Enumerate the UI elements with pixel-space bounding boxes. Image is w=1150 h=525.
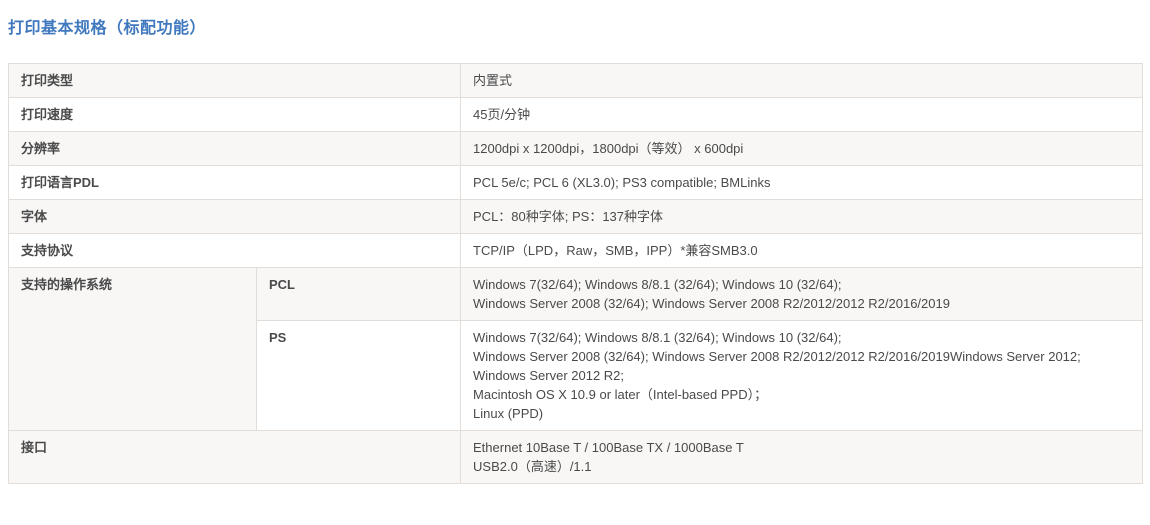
table-row: 分辨率 1200dpi x 1200dpi，1800dpi（等效） x 600d…	[9, 132, 1143, 166]
print-spec-table: 打印类型 内置式 打印速度 45页/分钟 分辨率 1200dpi x 1200d…	[8, 63, 1143, 484]
table-row: 接口 Ethernet 10Base T / 100Base TX / 1000…	[9, 431, 1143, 484]
table-row: 支持协议 TCP/IP（LPD，Raw，SMB，IPP）*兼容SMB3.0	[9, 234, 1143, 268]
spec-value: 45页/分钟	[461, 98, 1143, 132]
spec-label: 接口	[9, 431, 461, 484]
table-row: 打印语言PDL PCL 5e/c; PCL 6 (XL3.0); PS3 com…	[9, 166, 1143, 200]
spec-value: Windows 7(32/64); Windows 8/8.1 (32/64);…	[461, 321, 1143, 431]
spec-sublabel-pcl: PCL	[257, 268, 461, 321]
spec-label: 打印语言PDL	[9, 166, 461, 200]
spec-value: TCP/IP（LPD，Raw，SMB，IPP）*兼容SMB3.0	[461, 234, 1143, 268]
spec-value: 1200dpi x 1200dpi，1800dpi（等效） x 600dpi	[461, 132, 1143, 166]
spec-value: PCL：80种字体; PS：137种字体	[461, 200, 1143, 234]
spec-label: 打印速度	[9, 98, 461, 132]
spec-label: 打印类型	[9, 64, 461, 98]
page-title: 打印基本规格（标配功能）	[8, 14, 1142, 38]
spec-label: 支持的操作系统	[9, 268, 257, 431]
table-row: 打印速度 45页/分钟	[9, 98, 1143, 132]
spec-value: PCL 5e/c; PCL 6 (XL3.0); PS3 compatible;…	[461, 166, 1143, 200]
spec-value: Ethernet 10Base T / 100Base TX / 1000Bas…	[461, 431, 1143, 484]
spec-value: Windows 7(32/64); Windows 8/8.1 (32/64);…	[461, 268, 1143, 321]
table-row: 打印类型 内置式	[9, 64, 1143, 98]
spec-page: 打印基本规格（标配功能） 打印类型 内置式 打印速度 45页/分钟 分辨率 12…	[0, 0, 1150, 484]
spec-label: 字体	[9, 200, 461, 234]
spec-label: 支持协议	[9, 234, 461, 268]
spec-label: 分辨率	[9, 132, 461, 166]
table-row-os-pcl: 支持的操作系统 PCL Windows 7(32/64); Windows 8/…	[9, 268, 1143, 321]
spec-value: 内置式	[461, 64, 1143, 98]
table-row: 字体 PCL：80种字体; PS：137种字体	[9, 200, 1143, 234]
spec-sublabel-ps: PS	[257, 321, 461, 431]
